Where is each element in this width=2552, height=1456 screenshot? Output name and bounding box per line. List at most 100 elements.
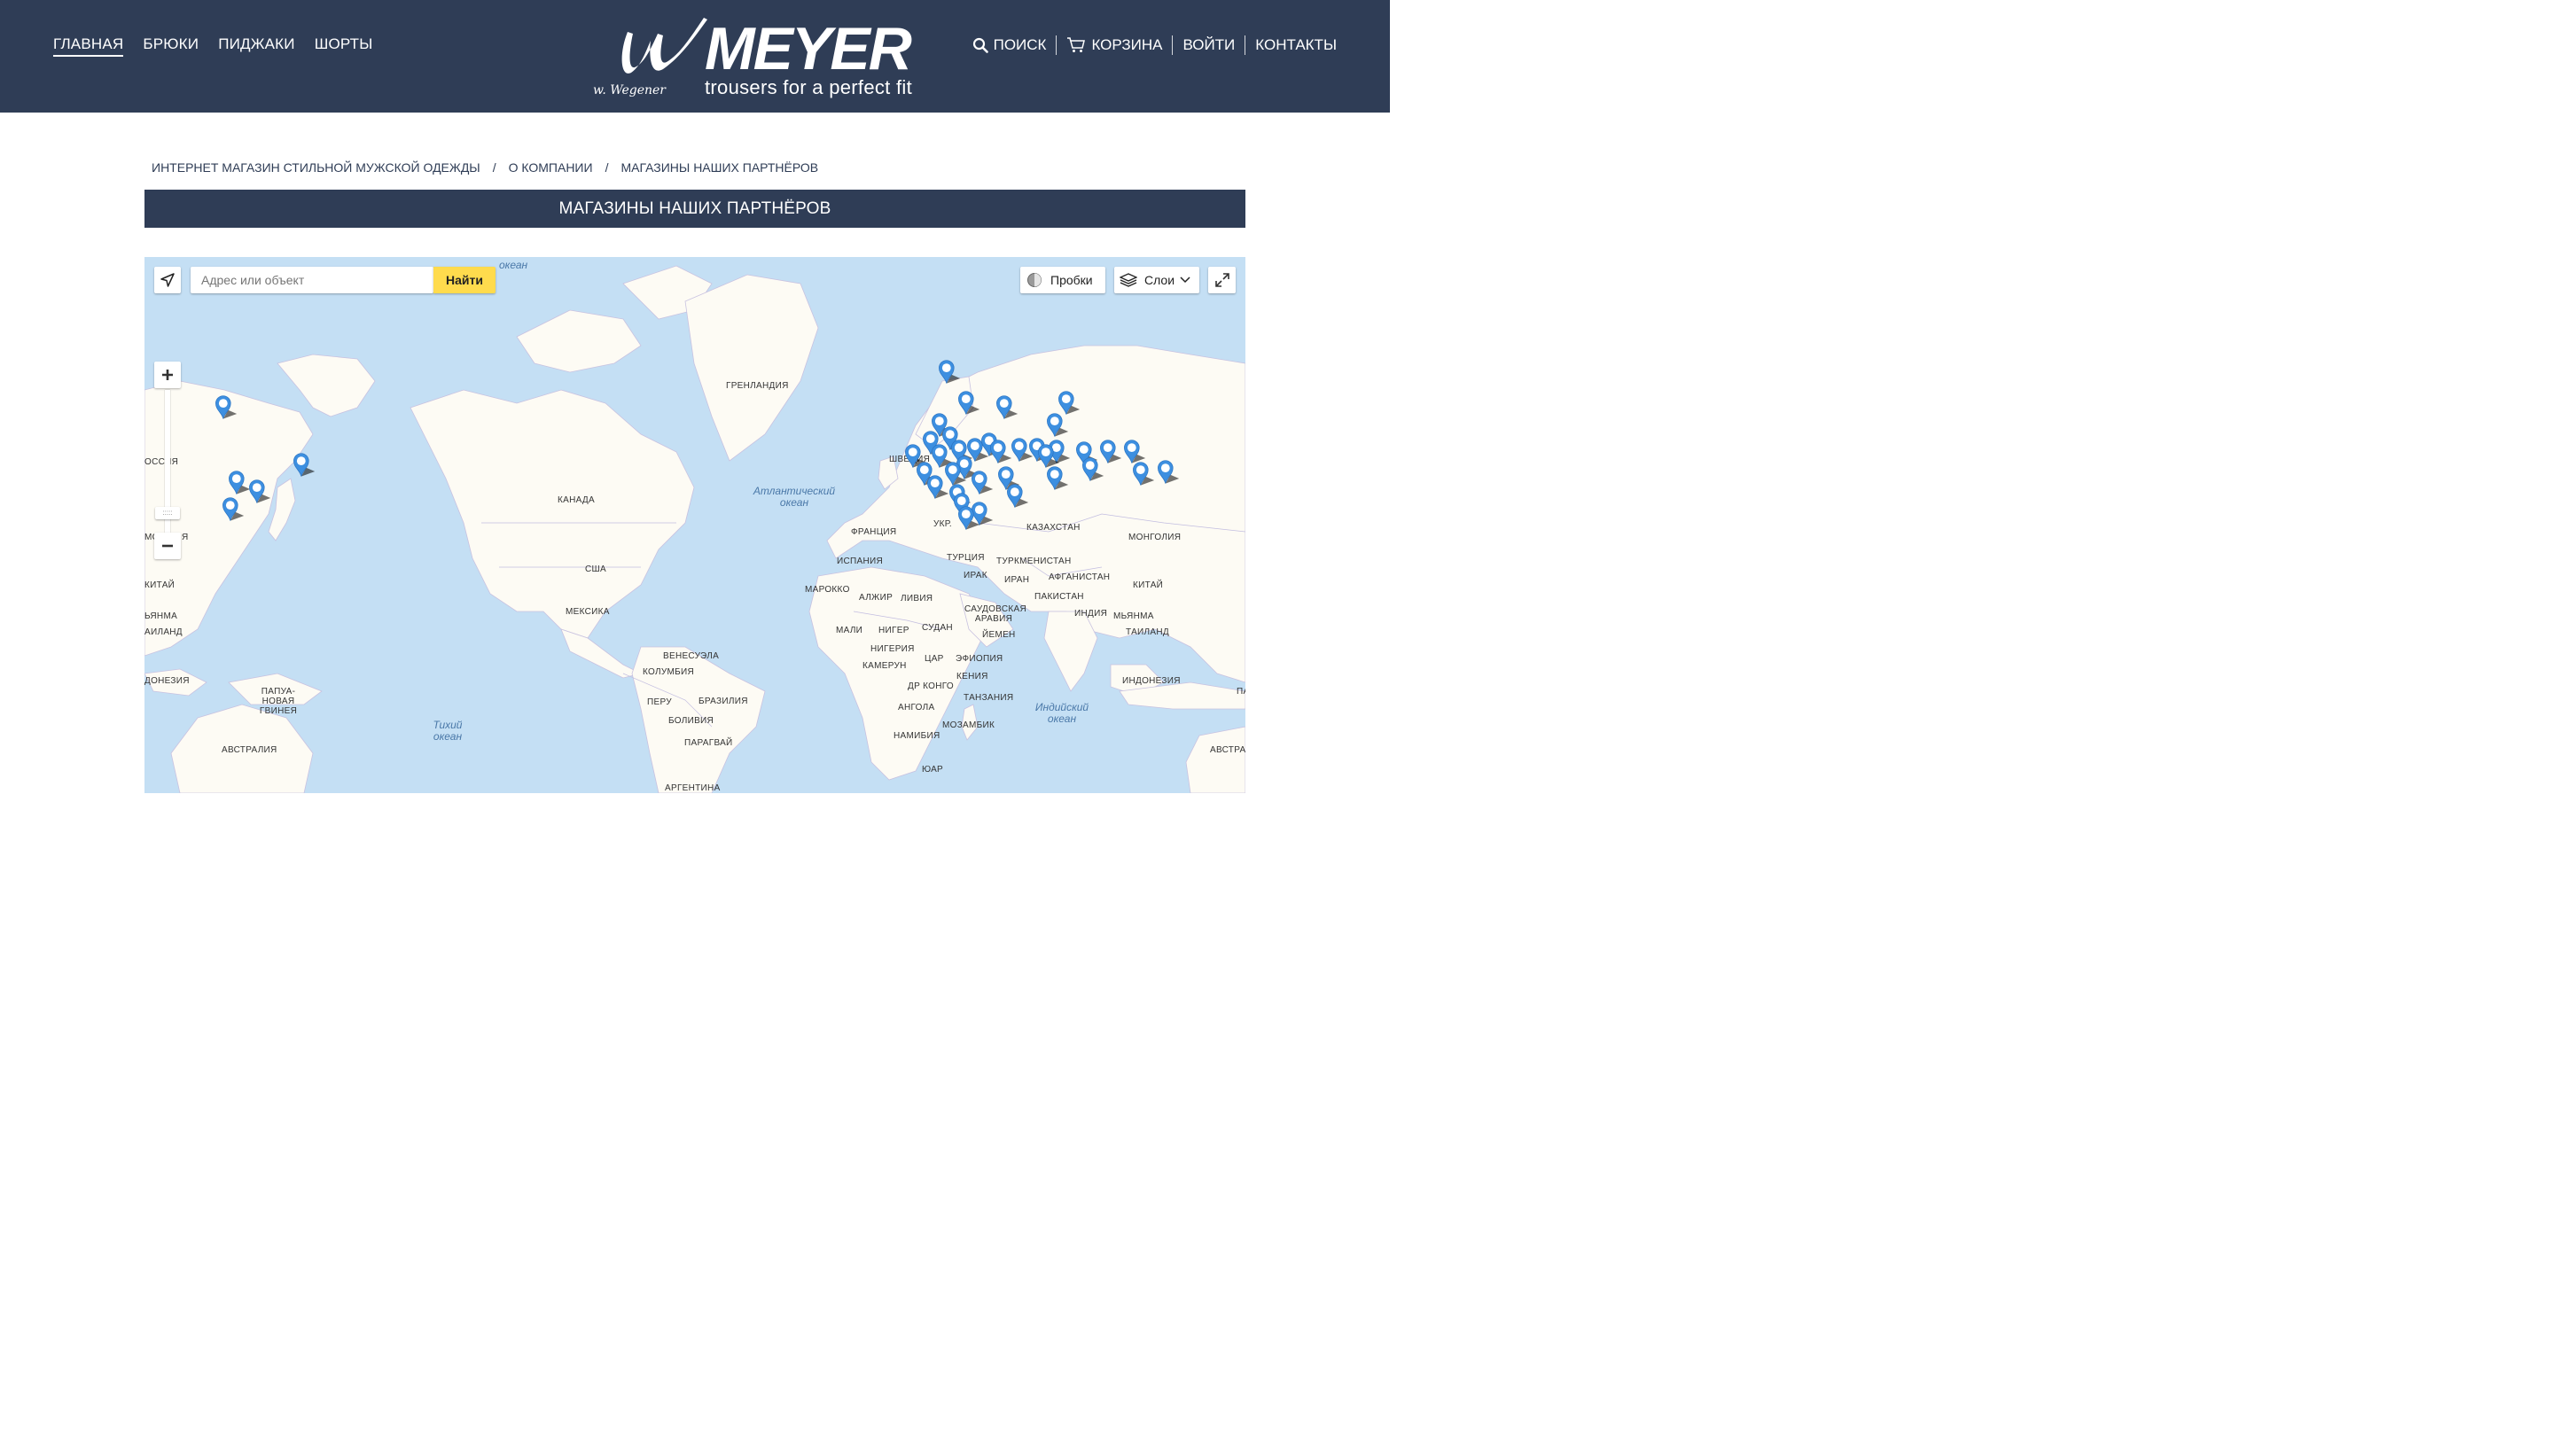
partner-stores-map[interactable]: океан ГРЕНЛАНДИЯ ОССИЯ КАНАДА США МЕКСИК… bbox=[144, 257, 1245, 793]
nav-trousers-link[interactable]: БРЮКИ bbox=[143, 35, 199, 57]
page-title: МАГАЗИНЫ НАШИХ ПАРТНЁРОВ bbox=[144, 190, 1245, 228]
map-label-algeria: АЛЖИР bbox=[859, 593, 894, 603]
logo-brand: MEYER bbox=[705, 15, 912, 82]
zoom-control: ::::: bbox=[154, 362, 181, 559]
map-find-button[interactable]: Найти bbox=[433, 267, 496, 293]
map-label-edge-pa: ПА bbox=[1237, 687, 1245, 697]
contacts-link[interactable]: КОНТАКТЫ bbox=[1245, 36, 1337, 54]
map-label-pakistan: ПАКИСТАН bbox=[1034, 592, 1084, 602]
map-label-indonesia-left: ДОНЕЗИЯ bbox=[144, 676, 190, 686]
zoom-in-button[interactable] bbox=[154, 362, 181, 388]
map-label-kenya: КЕНИЯ bbox=[956, 672, 988, 681]
w-signature-logo-icon bbox=[621, 18, 707, 74]
map-label-russia-left: ОССИЯ bbox=[144, 457, 179, 467]
map-label-peru: ПЕРУ bbox=[647, 697, 672, 707]
map-label-india: ИНДИЯ bbox=[1074, 609, 1108, 619]
nav-divider bbox=[1056, 35, 1057, 55]
map-label-thailand-left: АИЛАНД bbox=[144, 627, 183, 637]
map-label-venezuela: ВЕНЕСУЭЛА bbox=[663, 651, 720, 661]
logo-signature: w. Wegener bbox=[593, 83, 666, 97]
store-pin-icon[interactable] bbox=[995, 390, 1020, 425]
cart-link-label: КОРЗИНА bbox=[1091, 36, 1163, 53]
layers-dropdown-label: Слои bbox=[1144, 273, 1175, 287]
store-pin-icon[interactable] bbox=[938, 354, 963, 390]
store-pin-icon[interactable] bbox=[1157, 455, 1182, 490]
map-label-tanzania: ТАНЗАНИЯ bbox=[964, 693, 1014, 703]
store-pin-icon[interactable] bbox=[957, 385, 982, 421]
map-label-yemen: ЙЕМЕН bbox=[982, 630, 1016, 640]
breadcrumb-separator: / bbox=[492, 160, 496, 175]
layers-dropdown[interactable]: Слои bbox=[1114, 267, 1199, 293]
map-label-greenland: ГРЕНЛАНДИЯ bbox=[726, 381, 789, 391]
map-label-niger: НИГЕР bbox=[878, 626, 909, 635]
main-nav: ГЛАВНАЯ БРЮКИ ПИДЖАКИ ШОРТЫ bbox=[53, 35, 373, 57]
breadcrumb-item-current: МАГАЗИНЫ НАШИХ ПАРТНЁРОВ bbox=[620, 160, 819, 175]
map-label-iraq: ИРАК bbox=[964, 571, 987, 580]
store-pin-icon[interactable] bbox=[966, 432, 991, 468]
login-link-label: ВОЙТИ bbox=[1182, 36, 1236, 53]
map-label-angola: АНГОЛА bbox=[898, 703, 935, 712]
user-nav: ПОИСК КОРЗИНА ВОЙТИ КОНТАКТЫ bbox=[963, 35, 1337, 55]
breadcrumb-item-shop[interactable]: ИНТЕРНЕТ МАГАЗИН СТИЛЬНОЙ МУЖСКОЙ ОДЕЖДЫ bbox=[152, 160, 480, 175]
store-pin-icon[interactable] bbox=[1132, 456, 1157, 492]
map-label-ukraine: УКР. bbox=[933, 519, 952, 529]
map-label-turkmenistan: ТУРКМЕНИСТАН bbox=[996, 557, 1072, 566]
store-pin-icon[interactable] bbox=[222, 492, 246, 527]
contacts-link-label: КОНТАКТЫ bbox=[1255, 36, 1337, 53]
nav-jackets-link[interactable]: ПИДЖАКИ bbox=[218, 35, 295, 57]
map-label-france: ФРАНЦИЯ bbox=[851, 527, 897, 537]
traffic-button[interactable]: Пробки bbox=[1020, 267, 1105, 293]
map-label-afghanistan: АФГАНИСТАН bbox=[1049, 572, 1111, 582]
map-label-namibia: НАМИБИЯ bbox=[894, 731, 940, 741]
map-label-car: ЦАР bbox=[925, 654, 944, 664]
store-pin-icon[interactable] bbox=[926, 470, 951, 505]
map-label-iran: ИРАН bbox=[1004, 575, 1030, 585]
store-pin-icon[interactable] bbox=[1006, 479, 1031, 514]
cart-link[interactable]: КОРЗИНА bbox=[1057, 36, 1172, 54]
logo-tagline: trousers for a perfect fit bbox=[705, 76, 912, 98]
search-link-label: ПОИСК bbox=[993, 36, 1047, 53]
map-label-canada: КАНАДА bbox=[558, 495, 595, 505]
geolocation-button[interactable] bbox=[154, 267, 181, 293]
map-label-nigeria: НИГЕРИЯ bbox=[870, 644, 915, 654]
map-label-drc: ДР КОНГО bbox=[908, 681, 954, 691]
map-label-brazil: БРАЗИЛИЯ bbox=[698, 697, 748, 706]
login-link[interactable]: ВОЙТИ bbox=[1173, 36, 1245, 54]
map-label-spain: ИСПАНИЯ bbox=[837, 557, 883, 566]
nav-shorts-link[interactable]: ШОРТЫ bbox=[315, 35, 373, 57]
store-pin-icon[interactable] bbox=[293, 448, 317, 483]
map-label-thailand-right: ТАИЛАНД bbox=[1126, 627, 1169, 637]
breadcrumb-item-about[interactable]: О КОМПАНИИ bbox=[509, 160, 593, 175]
map-label-paraguay: ПАРАГВАЙ bbox=[684, 738, 733, 748]
minus-icon bbox=[162, 544, 173, 548]
map-label-australia-left: АВСТРАЛИЯ bbox=[222, 745, 277, 755]
map-label-ocean-top: океан bbox=[499, 259, 528, 271]
map-label-ethiopia: ЭФИОПИЯ bbox=[956, 654, 1003, 664]
plus-icon bbox=[162, 370, 173, 380]
map-label-indian-ocean: Индийский океан bbox=[1034, 701, 1089, 725]
breadcrumb: ИНТЕРНЕТ МАГАЗИН СТИЛЬНОЙ МУЖСКОЙ ОДЕЖДЫ… bbox=[152, 160, 818, 175]
nav-home-link[interactable]: ГЛАВНАЯ bbox=[53, 35, 124, 57]
store-pin-icon[interactable] bbox=[1046, 461, 1071, 496]
site-header: ГЛАВНАЯ БРЮКИ ПИДЖАКИ ШОРТЫ w. Wegener M… bbox=[0, 0, 1390, 113]
cart-icon bbox=[1067, 37, 1086, 52]
location-arrow-icon bbox=[160, 273, 175, 287]
store-pin-icon[interactable] bbox=[215, 390, 239, 425]
search-link[interactable]: ПОИСК bbox=[963, 36, 1057, 54]
fullscreen-button[interactable] bbox=[1208, 267, 1236, 293]
map-label-colombia: КОЛУМБИЯ bbox=[643, 667, 694, 677]
expand-icon bbox=[1214, 273, 1229, 287]
zoom-out-button[interactable] bbox=[154, 533, 181, 559]
map-label-australia-right: АВСТРАЛ bbox=[1210, 745, 1245, 755]
map-label-sudan: СУДАН bbox=[922, 623, 953, 633]
meyer-logo[interactable]: w. Wegener MEYER trousers for a perfect … bbox=[589, 12, 926, 101]
store-pin-icon[interactable] bbox=[957, 501, 982, 536]
map-label-morocco: МАРОККО bbox=[805, 585, 850, 595]
store-pin-icon[interactable] bbox=[248, 474, 273, 510]
map-search-input[interactable] bbox=[191, 267, 442, 293]
zoom-slider-handle[interactable]: ::::: bbox=[155, 507, 180, 519]
map-label-bolivia: БОЛИВИЯ bbox=[668, 716, 714, 726]
map-label-saudi-arabia: САУДОВСКАЯ АРАВИЯ bbox=[964, 604, 1026, 624]
store-pin-icon[interactable] bbox=[1081, 452, 1106, 487]
map-label-argentina: АРГЕНТИНА bbox=[665, 783, 721, 793]
